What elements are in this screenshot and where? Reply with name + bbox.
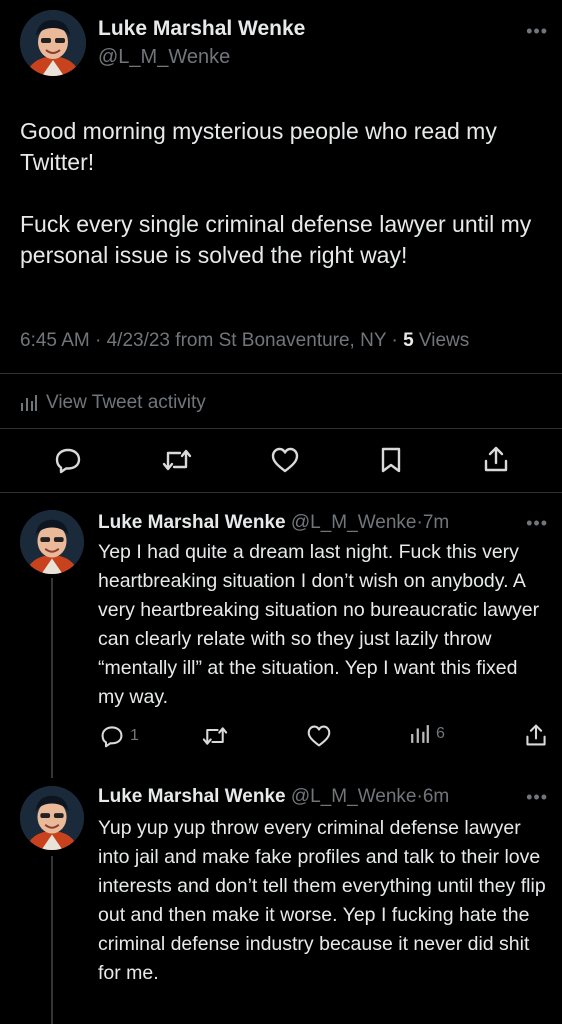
bookmark-button[interactable]	[378, 446, 404, 474]
reply-count: 1	[130, 727, 139, 744]
tweet-time[interactable]: 6:45 AM	[20, 330, 90, 351]
share-button[interactable]	[524, 722, 548, 748]
user-handle[interactable]: @L_M_Wenke	[291, 786, 417, 807]
tweet-age[interactable]: 7m	[423, 512, 449, 533]
avatar[interactable]	[20, 10, 86, 76]
reply-icon	[101, 726, 123, 748]
more-options-icon[interactable]: •••	[526, 22, 548, 40]
tweet-location: from St Bonaventure, NY	[175, 330, 387, 351]
avatar-image	[20, 510, 84, 574]
reply-icon	[55, 448, 81, 474]
more-options-icon[interactable]: •••	[526, 788, 548, 806]
reply-text: Yup yup yup throw every criminal defense…	[98, 817, 546, 984]
reply-text: Yep I had quite a dream last night. Fuck…	[98, 541, 540, 708]
divider	[0, 373, 562, 374]
tweet-date[interactable]: 4/23/23	[107, 330, 170, 351]
views-count: 6	[436, 725, 445, 742]
avatar[interactable]	[20, 786, 84, 850]
avatar-image	[20, 10, 86, 76]
tweet-metadata: 6:45 AM · 4/23/23 from St Bonaventure, N…	[20, 330, 469, 352]
views-label: Views	[418, 330, 470, 351]
analytics-icon	[411, 725, 429, 743]
user-handle[interactable]: @L_M_Wenke	[98, 46, 230, 69]
share-icon	[484, 446, 508, 472]
reply-action-bar: 1 6	[0, 720, 562, 760]
thread-line	[51, 856, 53, 1024]
divider	[0, 428, 562, 429]
display-name[interactable]: Luke Marshal Wenke	[98, 512, 286, 533]
avatar[interactable]	[20, 510, 84, 574]
separator-dot: ·	[95, 330, 107, 351]
separator-dot: ·	[391, 330, 404, 351]
reply-header: Luke Marshal Wenke @L_M_Wenke·7m	[98, 512, 449, 534]
analytics-icon	[21, 395, 37, 411]
views-button[interactable]: 6	[410, 724, 445, 744]
retweet-icon	[202, 727, 228, 745]
more-options-icon[interactable]: •••	[526, 514, 548, 532]
share-button[interactable]	[482, 444, 510, 474]
reply-button[interactable]: 1	[100, 724, 139, 748]
reply-header: Luke Marshal Wenke @L_M_Wenke·6m	[98, 786, 449, 808]
views-count: 5	[403, 330, 414, 351]
tweet-text: Good morning mysterious people who read …	[20, 118, 532, 268]
share-icon	[526, 724, 546, 746]
like-button[interactable]	[306, 724, 332, 748]
reply-button[interactable]	[54, 446, 82, 474]
like-icon	[271, 447, 299, 473]
activity-label: View Tweet activity	[46, 392, 206, 413]
retweet-button[interactable]	[200, 724, 230, 748]
display-name[interactable]: Luke Marshal Wenke	[98, 786, 286, 807]
bookmark-icon	[381, 447, 401, 473]
tweet-age[interactable]: 6m	[423, 786, 449, 807]
user-handle[interactable]: @L_M_Wenke	[291, 512, 417, 533]
retweet-icon	[162, 449, 192, 471]
like-button[interactable]	[270, 446, 300, 474]
like-icon	[307, 725, 331, 747]
avatar-image	[20, 786, 84, 850]
retweet-button[interactable]	[160, 446, 194, 474]
display-name[interactable]: Luke Marshal Wenke	[98, 17, 305, 41]
divider	[0, 492, 562, 493]
main-action-bar	[0, 440, 562, 480]
view-tweet-activity-link[interactable]: View Tweet activity	[20, 392, 206, 414]
